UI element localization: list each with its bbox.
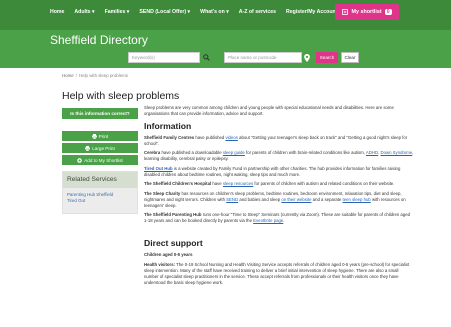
breadcrumb-separator: / (75, 73, 77, 78)
page-title: Help with sleep problems (62, 90, 180, 102)
top-navigation: Home Adults ▾ Families ▾ SEND (Local Off… (0, 0, 451, 30)
related-link-tired-out[interactable]: Tired Out (67, 198, 133, 204)
text: have (211, 181, 223, 186)
sidebar: Is this information correct? Print Large… (62, 108, 138, 214)
place-postcode-input[interactable]: Place name or postcode (224, 52, 302, 63)
text: The 0-19 School Nursing and Health Visit… (144, 261, 410, 285)
plus-circle-icon (77, 157, 82, 163)
children-age-subheading: Children aged 0-5 years (144, 252, 193, 257)
text: have published (194, 134, 226, 140)
text: and babies and sleep (238, 196, 282, 202)
related-services-panel: Related Services Parenting Hub Sheffield… (62, 171, 138, 214)
site-title[interactable]: Sheffield Directory (50, 33, 148, 47)
org-name: Health visitors: (144, 261, 176, 267)
my-shortlist-button[interactable]: My shortlist 0 (335, 4, 399, 20)
nav-whats-on[interactable]: What's on ▾ (200, 9, 229, 15)
direct-support-heading: Direct support (144, 238, 203, 248)
add-to-shortlist-button[interactable]: Add to My Shortlist (62, 155, 138, 165)
sidebar-actions: Print Large Print Add to My Shortlist (62, 131, 138, 165)
print-button[interactable]: Print (62, 131, 138, 141)
breadcrumb-home-link[interactable]: Home (62, 73, 74, 78)
org-name: Cerebra (144, 150, 161, 155)
nav-register-account[interactable]: Register/My Account (286, 9, 337, 15)
on-their-website-link[interactable]: on their website (281, 197, 311, 202)
tired-out-hub-link[interactable]: Tired Out Hub (144, 166, 173, 171)
sleep-resources-link[interactable]: sleep resources (223, 181, 253, 186)
paragraph-health-visitors: Health visitors: The 0-19 School Nursing… (144, 262, 414, 286)
nav-home[interactable]: Home (50, 9, 64, 15)
sleep-guide-link[interactable]: sleep guide (223, 150, 245, 155)
is-info-correct-button[interactable]: Is this information correct? (62, 108, 138, 119)
nav-a-z-services[interactable]: A-Z of services (239, 9, 276, 15)
eventbrite-link[interactable]: Eventbrite page (253, 218, 283, 223)
top-nav-items: Home Adults ▾ Families ▾ SEND (Local Off… (50, 9, 337, 15)
shortlist-label: My shortlist (351, 9, 382, 15)
site-header: Sheffield Directory Keyword(s) Place nam… (0, 30, 451, 68)
related-services-title: Related Services (63, 172, 137, 188)
large-print-icon (85, 145, 91, 151)
text: and a separate (311, 196, 343, 202)
down-syndrome-link[interactable]: Down Syndrome (381, 150, 413, 155)
paragraph-family-centres: Sheffield Family Centres have published … (144, 135, 414, 147)
print-icon (91, 133, 97, 139)
nav-families[interactable]: Families ▾ (105, 9, 130, 15)
org-name: The Sleep Charity (144, 190, 181, 196)
adhd-link[interactable]: ADHD (366, 150, 378, 155)
nav-adults[interactable]: Adults ▾ (74, 9, 94, 15)
shortlist-count-badge: 0 (384, 9, 392, 15)
paragraph-tired-out: Tired Out Hub is a website created by Fa… (144, 166, 414, 178)
large-print-label: Large Print (92, 145, 115, 151)
large-print-button[interactable]: Large Print (62, 143, 138, 153)
text: is a website created by Family Fund in p… (144, 165, 401, 177)
paragraph-cerebra: Cerebra have published a downloadable sl… (144, 150, 414, 162)
print-label: Print (98, 133, 109, 139)
add-to-shortlist-label: Add to My Shortlist (84, 157, 123, 163)
shortlist-icon (342, 9, 349, 15)
org-name: The Sheffield Parenting Hub (144, 212, 202, 217)
map-pin-icon[interactable] (302, 52, 312, 63)
text: have published a downloadable (160, 150, 223, 155)
main-content: Sleep problems are very common among chi… (144, 105, 414, 289)
org-name: Sheffield Family Centres (144, 134, 195, 140)
intro-paragraph: Sleep problems are very common among chi… (144, 105, 394, 116)
information-heading: Information (144, 120, 192, 131)
paragraph-childrens-hospital: The Sheffield Children's Hospital have s… (144, 181, 414, 187)
text: for parents of children with autism and … (253, 181, 395, 186)
paragraph-sleep-charity: The Sleep Charity has resources on child… (144, 191, 414, 209)
text: for parents of children with brain-relat… (244, 150, 366, 155)
keyword-search-input[interactable]: Keyword(s) (128, 52, 200, 63)
search-button[interactable]: Search (316, 52, 338, 63)
paragraph-parenting-hub: The Sheffield Parenting Hub runs one-hou… (144, 212, 414, 224)
teen-sleep-hub-link[interactable]: teen sleep hub (343, 197, 371, 202)
org-name: The Sheffield Children's Hospital (144, 181, 212, 186)
search-icon[interactable] (200, 52, 212, 63)
clear-button[interactable]: Clear (341, 52, 359, 63)
send-link[interactable]: SEND (226, 197, 238, 202)
nav-send-local-offer[interactable]: SEND (Local Offer) ▾ (139, 9, 190, 15)
videos-link[interactable]: videos (225, 135, 237, 140)
text: . (283, 218, 285, 223)
search-bar: Keyword(s) Place name or postcode Search… (128, 52, 359, 63)
breadcrumb: Home / Help with sleep problems (62, 73, 128, 78)
related-services-list: Parenting Hub Sheffield Tired Out (63, 188, 137, 213)
breadcrumb-current: Help with sleep problems (78, 73, 129, 78)
